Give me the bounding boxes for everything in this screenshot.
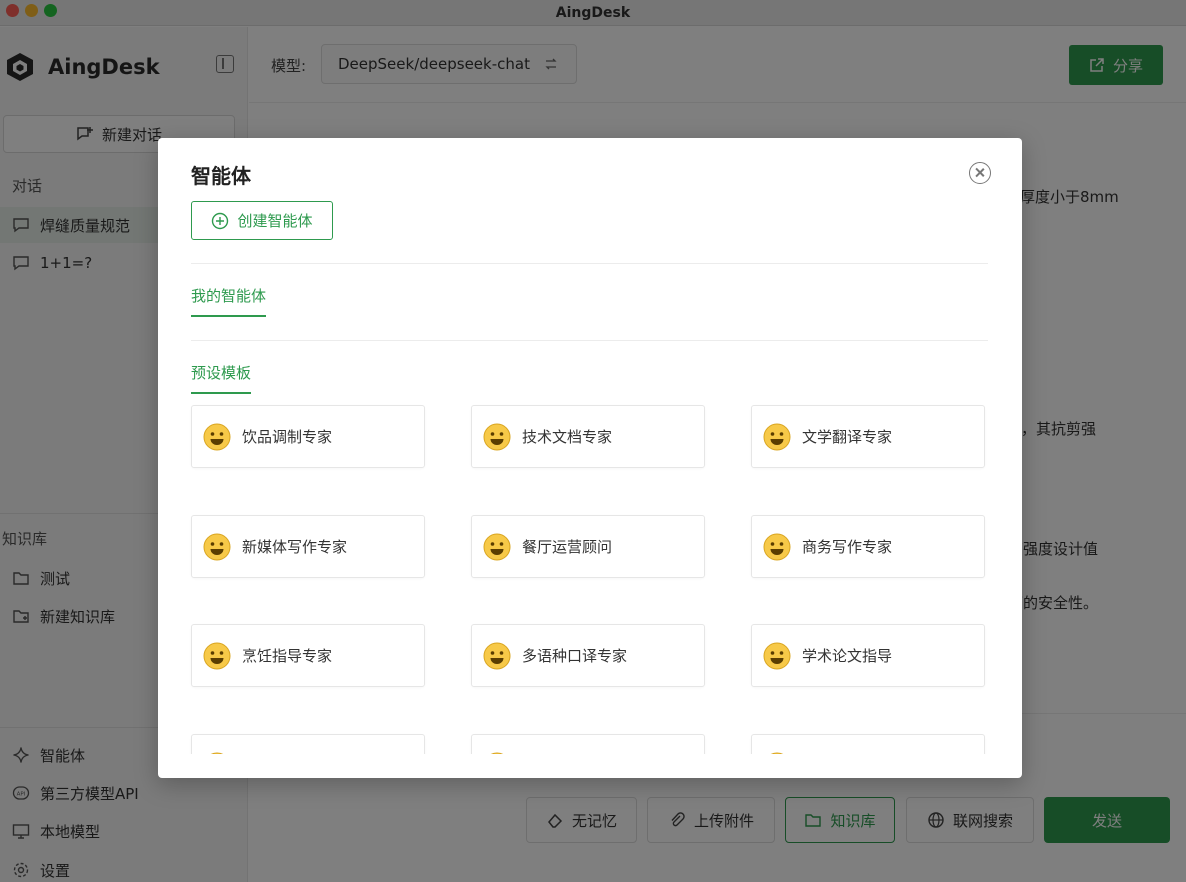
agent-card[interactable] bbox=[471, 734, 705, 754]
plus-circle-icon bbox=[212, 212, 229, 229]
smiley-icon bbox=[203, 642, 231, 669]
tab-preset-templates[interactable]: 预设模板 bbox=[191, 362, 252, 394]
smiley-icon bbox=[763, 642, 791, 669]
agent-card[interactable]: 餐厅运营顾问 bbox=[471, 515, 705, 578]
create-agent-button[interactable]: 创建智能体 bbox=[191, 201, 333, 240]
smiley-icon bbox=[203, 533, 231, 560]
agent-card[interactable]: 饮品调制专家 bbox=[191, 405, 425, 468]
agent-card[interactable]: 商务写作专家 bbox=[751, 515, 985, 578]
smiley-icon bbox=[763, 423, 791, 450]
dialog-divider bbox=[191, 340, 988, 341]
agent-card[interactable]: 学术论文指导 bbox=[751, 624, 985, 687]
dialog-title: 智能体 bbox=[191, 164, 251, 188]
agent-card[interactable] bbox=[751, 734, 985, 754]
dialog-divider bbox=[191, 263, 988, 264]
agent-card-label: 餐厅运营顾问 bbox=[522, 538, 613, 556]
agent-grid: 饮品调制专家 技术文档专家 文学翻译专家 新媒体写作专家 餐厅运营顾问 商务写作… bbox=[158, 400, 1022, 754]
agent-card-label: 文学翻译专家 bbox=[802, 428, 893, 446]
agent-card[interactable]: 技术文档专家 bbox=[471, 405, 705, 468]
agent-card-label: 新媒体写作专家 bbox=[242, 538, 348, 556]
smiley-icon bbox=[483, 533, 511, 560]
agents-dialog: 智能体 创建智能体 我的智能体 预设模板 饮品调制专家 技术文档专家 文学翻译专… bbox=[158, 138, 1022, 778]
smiley-icon bbox=[483, 423, 511, 450]
agent-card[interactable]: 烹饪指导专家 bbox=[191, 624, 425, 687]
agent-card[interactable] bbox=[191, 734, 425, 754]
smiley-icon bbox=[203, 423, 231, 450]
agent-card-label: 学术论文指导 bbox=[802, 647, 893, 665]
agent-card[interactable]: 文学翻译专家 bbox=[751, 405, 985, 468]
agent-card[interactable]: 新媒体写作专家 bbox=[191, 515, 425, 578]
smiley-icon bbox=[209, 752, 225, 754]
smiley-icon bbox=[489, 752, 505, 754]
agent-card-label: 商务写作专家 bbox=[802, 538, 893, 556]
agent-card-label: 饮品调制专家 bbox=[242, 428, 333, 446]
create-agent-label: 创建智能体 bbox=[237, 212, 313, 230]
close-icon[interactable] bbox=[969, 162, 991, 184]
agent-card[interactable]: 多语种口译专家 bbox=[471, 624, 705, 687]
smiley-icon bbox=[763, 533, 791, 560]
agent-card-label: 烹饪指导专家 bbox=[242, 647, 333, 665]
agent-card-label: 多语种口译专家 bbox=[522, 647, 628, 665]
agent-card-label: 技术文档专家 bbox=[522, 428, 613, 446]
tab-my-agents[interactable]: 我的智能体 bbox=[191, 285, 267, 317]
smiley-icon bbox=[483, 642, 511, 669]
smiley-icon bbox=[769, 752, 785, 754]
